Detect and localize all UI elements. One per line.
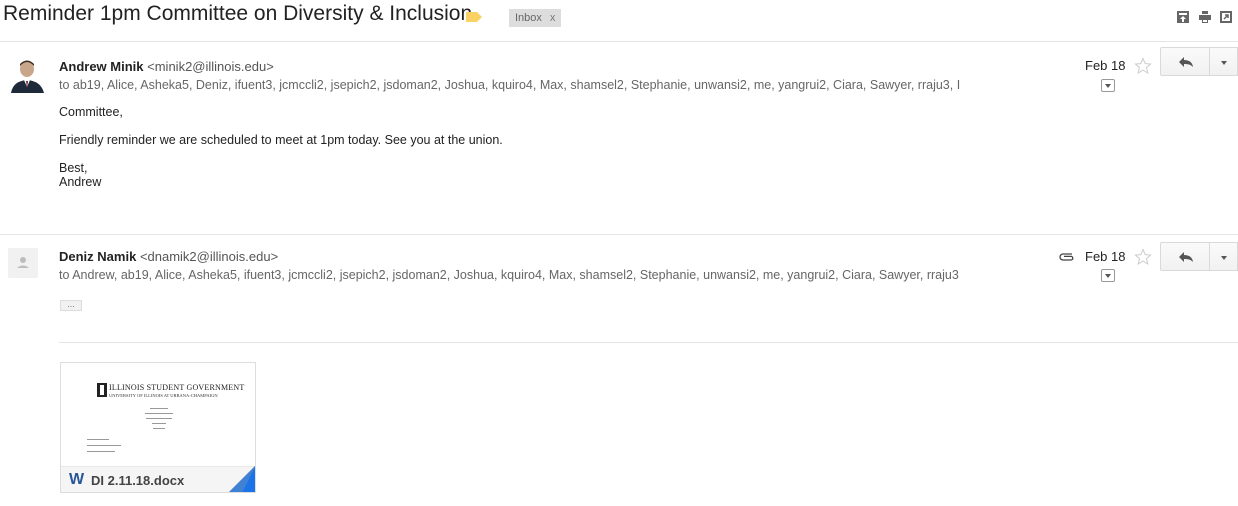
inbox-label-text: Inbox: [515, 12, 542, 24]
inbox-label-chip[interactable]: Inbox x: [509, 9, 562, 27]
sender-line: Andrew Minik <minik2@illinois.edu>: [59, 59, 274, 74]
more-options-button[interactable]: [1210, 242, 1238, 271]
divider: [59, 342, 1238, 343]
print-icon[interactable]: [1198, 10, 1212, 24]
sender-line: Deniz Namik <dnamik2@illinois.edu>: [59, 249, 278, 264]
attachment-card[interactable]: ILLINOIS STUDENT GOVERNMENT UNIVERSITY O…: [60, 362, 256, 493]
preview-text-line: [146, 418, 172, 419]
new-window-icon[interactable]: [1219, 10, 1233, 24]
subject-bar: Reminder 1pm Committee on Diversity & In…: [0, 0, 1238, 42]
sender-email: <dnamik2@illinois.edu>: [139, 249, 279, 264]
message-andrew: Andrew Minik <minik2@illinois.edu> to ab…: [0, 43, 1238, 235]
message-date[interactable]: Feb 18: [1085, 249, 1125, 264]
avatar[interactable]: [9, 56, 46, 93]
body-greeting: Committee,: [59, 105, 123, 119]
paperclip-icon: [1059, 253, 1074, 261]
message-date[interactable]: Feb 18: [1085, 58, 1125, 73]
message-body: Committee, Friendly reminder we are sche…: [59, 105, 503, 189]
preview-text-line: [87, 439, 109, 440]
preview-text-line: [87, 451, 115, 452]
recipients-line: to Andrew, ab19, Alice, Asheka5, ifuent3…: [59, 268, 959, 282]
reply-icon: [1179, 252, 1193, 262]
attachment-filename[interactable]: DI 2.11.18.docx: [91, 473, 184, 488]
show-details-button[interactable]: [1101, 79, 1115, 92]
show-trimmed-content-button[interactable]: ...: [60, 300, 82, 311]
remove-label-button[interactable]: x: [550, 12, 556, 24]
preview-text-line: [150, 408, 168, 409]
preview-subtitle: UNIVERSITY OF ILLINOIS AT URBANA-CHAMPAI…: [109, 393, 218, 398]
sender-photo-icon: [9, 56, 46, 93]
attachment-footer: W DI 2.11.18.docx: [61, 466, 255, 492]
body-signoff: Best,: [59, 161, 88, 175]
body-signature: Andrew: [59, 175, 102, 189]
reply-icon: [1179, 57, 1193, 67]
sender-name[interactable]: Deniz Namik: [59, 249, 136, 264]
default-avatar-icon: [8, 248, 38, 278]
body-text: Friendly reminder we are scheduled to me…: [59, 133, 503, 147]
message-deniz: Deniz Namik <dnamik2@illinois.edu> to An…: [0, 236, 1238, 506]
important-label-icon[interactable]: [466, 12, 482, 22]
avatar[interactable]: [8, 248, 38, 278]
attachment-preview[interactable]: ILLINOIS STUDENT GOVERNMENT UNIVERSITY O…: [61, 363, 255, 466]
recipients-line: to ab19, Alice, Asheka5, Deniz, ifuent3,…: [59, 78, 961, 92]
preview-text-line: [152, 423, 166, 424]
preview-text-line: [153, 428, 165, 429]
preview-text-line: [87, 445, 121, 446]
preview-text-line: [145, 413, 173, 414]
sender-email: <minik2@illinois.edu>: [147, 59, 274, 74]
star-icon[interactable]: [1134, 248, 1152, 266]
more-options-button[interactable]: [1210, 47, 1238, 76]
page-fold-icon: [229, 466, 255, 492]
reply-button[interactable]: [1160, 242, 1210, 271]
thread-subject: Reminder 1pm Committee on Diversity & In…: [3, 2, 473, 25]
reply-button[interactable]: [1160, 47, 1210, 76]
show-details-button[interactable]: [1101, 269, 1115, 282]
sender-name[interactable]: Andrew Minik: [59, 59, 144, 74]
archive-icon[interactable]: [1176, 10, 1190, 24]
word-doc-icon: W: [69, 471, 85, 488]
university-logo-icon: [97, 383, 107, 397]
preview-title: ILLINOIS STUDENT GOVERNMENT: [109, 383, 245, 392]
star-icon[interactable]: [1134, 57, 1152, 75]
